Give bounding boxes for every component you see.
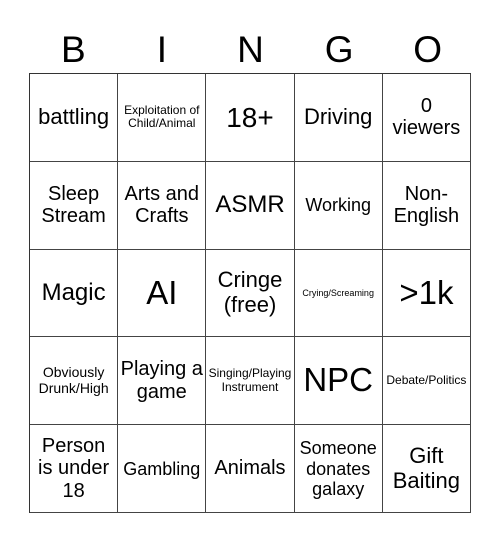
bingo-cell[interactable]: >1k (382, 249, 471, 338)
header-letter-o: O (413, 29, 443, 70)
bingo-cell[interactable]: Working (294, 161, 383, 250)
bingo-cell[interactable]: Driving (294, 74, 383, 162)
bingo-cell[interactable]: Exploitation of Child/Animal (118, 74, 207, 162)
bingo-cell[interactable]: Obviously Drunk/High (30, 337, 119, 426)
bingo-cell[interactable]: Arts and Crafts (118, 161, 207, 250)
bingo-card-grid: battling Exploitation of Child/Animal 18+ D… (29, 73, 471, 513)
bingo-cell[interactable]: Someone donates galaxy (294, 425, 383, 513)
bingo-cell[interactable]: Gift Baiting (382, 425, 471, 513)
bingo-cell[interactable]: Animals (206, 425, 295, 513)
bingo-cell[interactable]: Person is under 18 (30, 425, 119, 513)
header-letter-i: I (156, 29, 168, 70)
bingo-cell[interactable]: Crying/Screaming (294, 249, 383, 338)
bingo-cell[interactable]: Singing/Playing Instrument (206, 337, 295, 426)
header-letter-n: N (237, 29, 264, 70)
bingo-cell[interactable]: Non-English (382, 161, 471, 250)
bingo-cell[interactable]: NPC (294, 337, 383, 426)
bingo-cell[interactable]: 0 viewers (382, 74, 471, 162)
bingo-cell[interactable]: Magic (30, 249, 119, 338)
bingo-cell[interactable]: Sleep Stream (30, 161, 119, 250)
bingo-cell[interactable]: Cringe (free) (206, 249, 295, 338)
header-letter-b: B (60, 29, 86, 70)
bingo-cell[interactable]: battling (30, 74, 119, 162)
bingo-cell[interactable]: Playing a game (118, 337, 207, 426)
bingo-cell[interactable]: 18+ (206, 74, 295, 162)
header-letter-g: G (324, 29, 354, 70)
bingo-cell[interactable]: Debate/Politics (382, 337, 471, 426)
bingo-cell[interactable]: AI (118, 249, 207, 338)
bingo-cell[interactable]: ASMR (206, 161, 295, 250)
bingo-header: B I N G O (29, 28, 472, 72)
bingo-cell[interactable]: Gambling (118, 425, 207, 513)
